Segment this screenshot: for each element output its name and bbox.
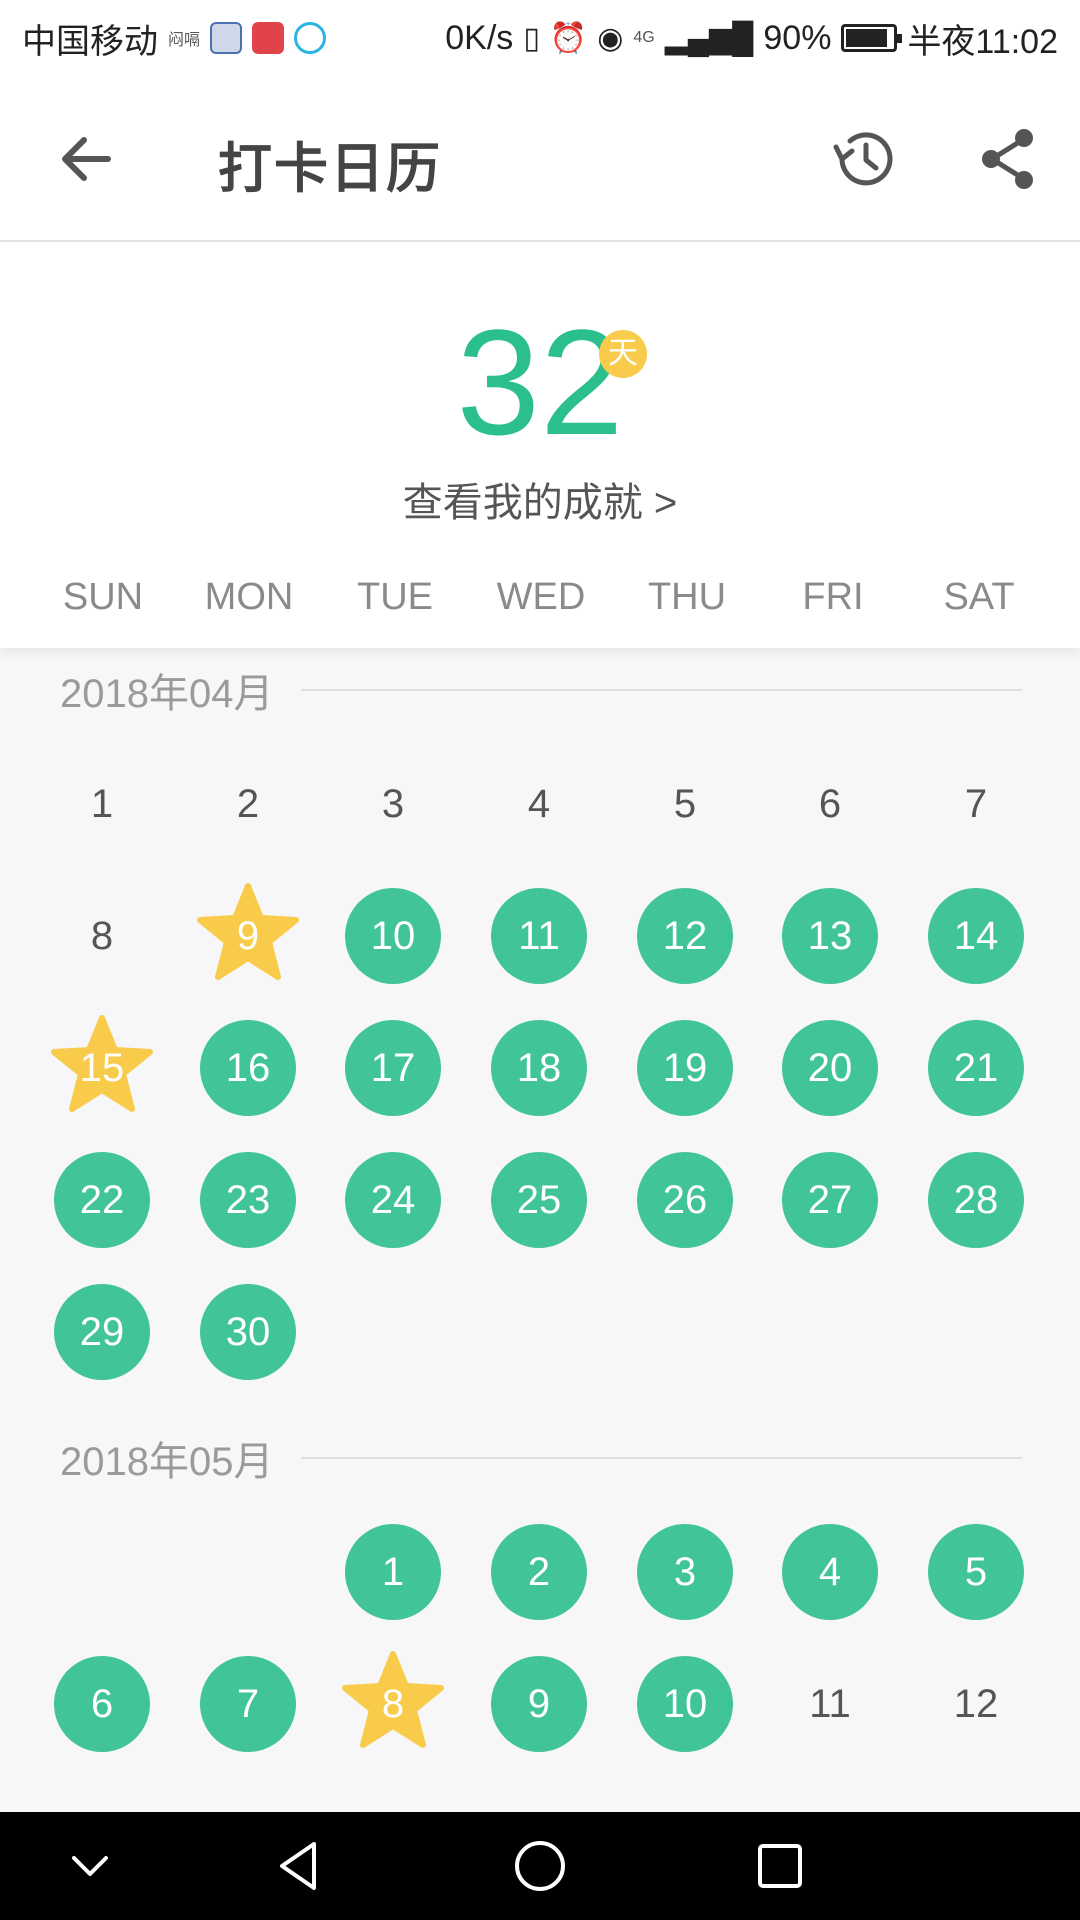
month-label: 2018年04月 (60, 672, 274, 716)
page-title: 打卡日历 (218, 139, 442, 199)
month-divider (301, 1457, 1022, 1459)
history-icon[interactable] (830, 125, 898, 193)
calendar-day[interactable]: 2 (200, 756, 296, 852)
recents-square-icon[interactable] (748, 1834, 812, 1898)
calendar-day[interactable]: 8 (54, 888, 150, 984)
weekday-sun: SUN (62, 576, 144, 618)
day-number: 8 (381, 1682, 405, 1726)
calendar-day-checked[interactable]: 12 (637, 888, 733, 984)
calendar-day-checked[interactable]: 24 (345, 1152, 441, 1248)
day-number: 15 (79, 1046, 125, 1090)
weekday-mon: MON (204, 576, 294, 618)
calendar-day-starred[interactable]: 8 (342, 1651, 444, 1752)
signal-icon: ▂▄▆█ (664, 21, 754, 55)
month-label: 2018年05月 (60, 1440, 274, 1484)
calendar-day-checked[interactable]: 22 (54, 1152, 150, 1248)
calendar-day-checked[interactable]: 20 (782, 1020, 878, 1116)
month-divider (301, 689, 1022, 691)
calendar-day[interactable]: 16 (491, 1788, 587, 1812)
calendar-day[interactable]: 5 (637, 756, 733, 852)
calendar-day-checked[interactable]: 27 (782, 1152, 878, 1248)
carrier-tag: 闷嗝 (168, 32, 201, 49)
days-count: 32 (456, 298, 624, 466)
carrier-name: 中国移动 (22, 22, 158, 61)
battery-percent: 90% (763, 18, 832, 57)
calendar-day-checked[interactable]: 10 (345, 888, 441, 984)
yanxuan-app-icon (252, 22, 285, 54)
calendar-day-checked[interactable]: 25 (491, 1152, 587, 1248)
vibrate-icon: ▯ (523, 21, 540, 55)
calendar-day[interactable]: 12 (928, 1656, 1024, 1752)
calendar-day-checked[interactable]: 13 (782, 888, 878, 984)
network-type: 4G (633, 29, 655, 46)
home-circle-icon[interactable] (508, 1834, 572, 1898)
days-count-wrap: 32 (0, 307, 1080, 457)
calendar-day-checked[interactable]: 16 (200, 1020, 296, 1116)
video-app-icon (294, 22, 327, 54)
back-triangle-icon[interactable] (268, 1834, 332, 1898)
battery-icon (841, 24, 903, 52)
status-bar: 中国移动 闷嗝 0K/s ▯ ⏰ ◉ 4G ▂▄▆█ 90% 半夜11:02 (0, 0, 1080, 76)
calendar-day[interactable]: 11 (782, 1656, 878, 1752)
calendar-list[interactable]: 2018年04月 1 2 3 4 5 6 7 8 9 10 11 12 13 14 15 16 17 18 19 20 2… (0, 648, 1080, 1812)
calendar-day-checked[interactable]: 28 (928, 1152, 1024, 1248)
back-arrow-icon[interactable] (56, 129, 116, 189)
calendar-day-checked[interactable]: 21 (928, 1020, 1024, 1116)
alarm-icon: ⏰ (549, 21, 588, 55)
calendar-day-checked[interactable]: 4 (782, 1524, 878, 1620)
checkin-summary: 32 天 查看我的成就 > (0, 242, 1080, 525)
weekday-thu: THU (647, 576, 727, 618)
calendar-day-checked[interactable]: 18 (491, 1020, 587, 1116)
calendar-day-starred[interactable]: 9 (197, 883, 299, 984)
weekday-fri: FRI (802, 576, 864, 618)
calendar-day-checked[interactable]: 9 (491, 1656, 587, 1752)
system-nav-bar (0, 1812, 1080, 1920)
app-toolbar: 打卡日历 (0, 76, 1080, 242)
calendar-day[interactable]: 13 (54, 1788, 150, 1812)
calendar-day-checked[interactable]: 2 (491, 1524, 587, 1620)
checkin-calendar-screen: 中国移动 闷嗝 0K/s ▯ ⏰ ◉ 4G ▂▄▆█ 90% 半夜11:02 打… (0, 0, 1080, 1920)
share-icon[interactable] (978, 127, 1038, 191)
calendar-day[interactable]: 18 (782, 1788, 878, 1812)
month-header: 2018年04月 (60, 660, 1022, 720)
achievements-link[interactable]: 查看我的成就 > (0, 470, 1080, 528)
calendar-day-checked[interactable]: 30 (200, 1284, 296, 1380)
calendar-day[interactable]: 6 (782, 756, 878, 852)
calendar-day-checked[interactable]: 10 (637, 1656, 733, 1752)
calendar-day[interactable]: 7 (928, 756, 1024, 852)
days-unit-badge: 天 (599, 330, 647, 378)
calendar-day-checked[interactable]: 1 (345, 1524, 441, 1620)
baidu-app-icon (210, 22, 243, 54)
weekday-wed: WED (496, 576, 586, 618)
calendar-day[interactable]: 14 (200, 1788, 296, 1812)
calendar-day-checked[interactable]: 7 (200, 1656, 296, 1752)
chevron-down-icon[interactable] (58, 1834, 122, 1898)
clock: 半夜11:02 (907, 22, 1058, 61)
weekday-tue: TUE (357, 576, 433, 618)
calendar-day-checked[interactable]: 26 (637, 1152, 733, 1248)
calendar-day-checked[interactable]: 23 (200, 1152, 296, 1248)
calendar-day[interactable]: 15 (345, 1788, 441, 1812)
calendar-day-starred[interactable]: 15 (51, 1015, 153, 1116)
calendar-day-checked[interactable]: 19 (637, 1020, 733, 1116)
day-number: 9 (236, 914, 260, 958)
weekday-header: SUN MON TUE WED THU FRI SAT (0, 562, 1080, 648)
calendar-day-checked[interactable]: 3 (637, 1524, 733, 1620)
calendar-day-checked[interactable]: 6 (54, 1656, 150, 1752)
calendar-day[interactable]: 17 (637, 1788, 733, 1812)
eye-icon: ◉ (597, 21, 624, 55)
calendar-day-checked[interactable]: 11 (491, 888, 587, 984)
weekday-sat: SAT (943, 576, 1015, 618)
calendar-day[interactable]: 3 (345, 756, 441, 852)
calendar-day[interactable]: 4 (491, 756, 587, 852)
month-header: 2018年05月 (60, 1428, 1022, 1488)
calendar-day[interactable]: 1 (54, 756, 150, 852)
calendar-day-checked[interactable]: 29 (54, 1284, 150, 1380)
calendar-day-checked[interactable]: 17 (345, 1020, 441, 1116)
calendar-day-checked[interactable]: 5 (928, 1524, 1024, 1620)
calendar-day[interactable]: 19 (928, 1788, 1024, 1812)
network-speed: 0K/s (445, 18, 514, 57)
calendar-day-checked[interactable]: 14 (928, 888, 1024, 984)
